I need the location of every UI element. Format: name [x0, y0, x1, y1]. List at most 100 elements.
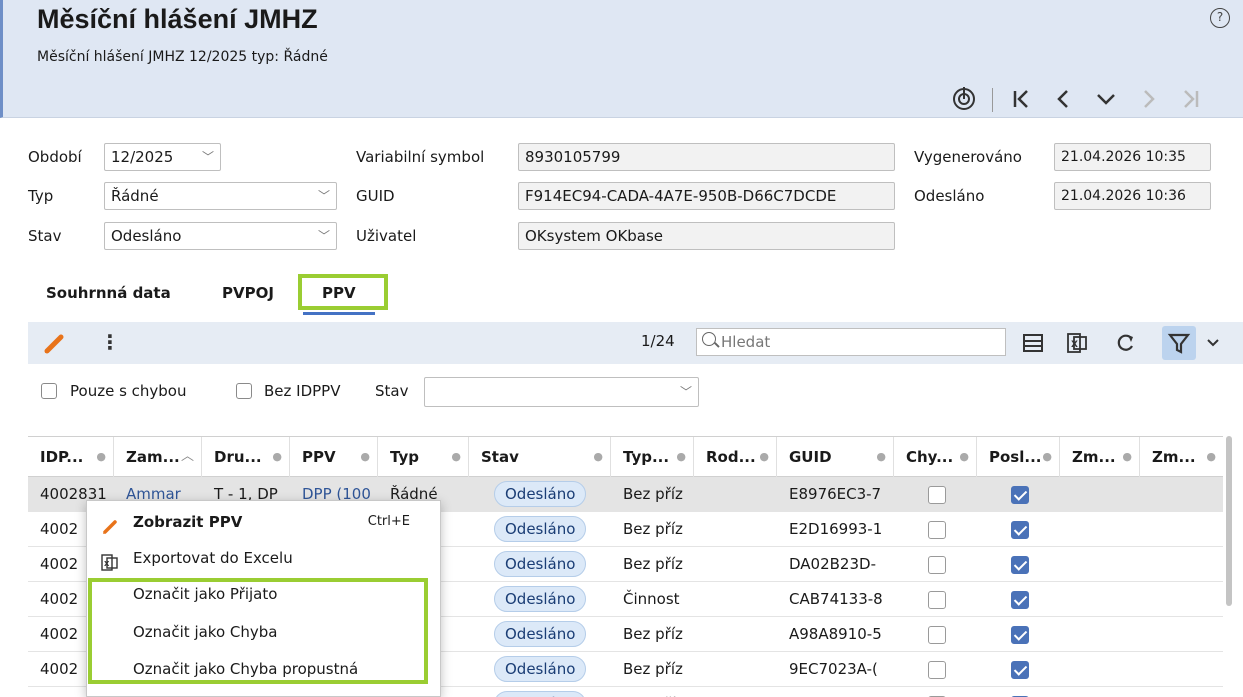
stav-label: Stav	[28, 227, 62, 245]
excel-icon[interactable]: X	[1062, 328, 1092, 358]
column-header-druh[interactable]: Dru... ●	[202, 437, 290, 477]
chyba-checkbox[interactable]	[928, 591, 946, 609]
chevron-down-icon: ﹀	[201, 150, 214, 164]
menu-item-export-excel[interactable]: X Exportovat do Excelu	[87, 540, 440, 576]
typ-label: Typ	[28, 187, 54, 205]
tab-souhrnna-data[interactable]: Souhrnná data	[46, 284, 171, 302]
status-badge: Odesláno	[494, 621, 587, 647]
svg-text:X: X	[1071, 340, 1078, 350]
column-header-typ2[interactable]: Typ... ●	[611, 437, 694, 477]
columns-icon[interactable]	[1018, 328, 1048, 358]
tab-pvpoj[interactable]: PVPOJ	[222, 284, 274, 302]
filter-icon	[1167, 333, 1191, 354]
search-icon	[702, 332, 716, 346]
filter-button[interactable]	[1162, 326, 1196, 360]
refresh-icon[interactable]	[1110, 328, 1140, 358]
column-header-chyba[interactable]: Chy... ●	[894, 437, 977, 477]
grid-scrollbar[interactable]	[1225, 436, 1235, 697]
tab-ppv-highlight	[298, 274, 388, 310]
scrollbar-thumb[interactable]	[1226, 436, 1232, 606]
column-header-zamestnanec[interactable]: Zam... ︿	[114, 437, 202, 477]
search-input[interactable]: Hledat	[696, 328, 1006, 356]
column-header-rodne-cislo[interactable]: Rod... ●	[694, 437, 777, 477]
menu-highlight-box	[88, 578, 428, 684]
chyba-checkbox[interactable]	[928, 661, 946, 679]
cell-guid: 23A480FE-1	[777, 687, 894, 697]
odeslano-field[interactable]: 21.04.2026 10:36	[1054, 182, 1211, 210]
expand-down-icon[interactable]	[1091, 84, 1121, 114]
uzivatel-field[interactable]: OKsystem OKbase	[518, 222, 895, 250]
cell-guid: CAB74133-8	[789, 590, 883, 608]
vygenerovano-field[interactable]: 21.04.2026 10:35	[1054, 143, 1211, 171]
question-circle-icon[interactable]: ?	[1210, 8, 1230, 28]
status-badge: Odesláno	[494, 586, 587, 612]
column-header-zmena1[interactable]: Zm... ●	[1060, 437, 1140, 477]
posledni-checkbox[interactable]	[1011, 556, 1029, 574]
header-form: Období 12/2025 ﹀ Typ Řádné ﹀ Stav Odeslá…	[0, 118, 1243, 268]
title-bar: Měsíční hlášení JMHZ Měsíční hlášení JMH…	[0, 0, 1243, 80]
cell-stav: Odesláno	[486, 687, 611, 697]
column-header-posledni[interactable]: Posl... ●	[977, 437, 1060, 477]
no-idppv-label: Bez IDPPV	[264, 382, 341, 400]
pencil-icon[interactable]	[42, 330, 68, 356]
first-page-icon[interactable]	[1007, 84, 1037, 114]
chyba-checkbox[interactable]	[928, 486, 946, 504]
cell-typ2: Bez příz	[623, 660, 683, 678]
excel-icon: X	[101, 549, 119, 571]
pager-count: 1/24	[641, 332, 675, 350]
status-badge: Odesláno	[494, 516, 587, 542]
only-errors-label: Pouze s chybou	[70, 382, 187, 400]
chevron-down-icon: ﹀	[317, 189, 330, 203]
obdobi-select[interactable]: 12/2025 ﹀	[104, 143, 221, 171]
menu-item-label: Zobrazit PPV	[133, 513, 243, 531]
obdobi-value: 12/2025	[111, 148, 174, 166]
column-header-zmena2[interactable]: Zm... ●	[1140, 437, 1223, 477]
posledni-checkbox[interactable]	[1011, 591, 1029, 609]
stav-value: Odesláno	[111, 227, 182, 245]
column-header-idppv[interactable]: IDP... ●	[28, 437, 114, 477]
column-header-guid[interactable]: GUID ●	[777, 437, 894, 477]
no-idppv-checkbox[interactable]	[236, 383, 252, 399]
uzivatel-label: Uživatel	[356, 227, 417, 245]
chyba-checkbox[interactable]	[928, 556, 946, 574]
menu-item-label: Exportovat do Excelu	[133, 549, 293, 567]
last-page-icon[interactable]	[1175, 84, 1205, 114]
variabilni-symbol-label: Variabilní symbol	[356, 148, 485, 166]
cell-stav: Odesláno	[486, 547, 611, 582]
chyba-checkbox[interactable]	[928, 521, 946, 539]
cell-typ2: Bez příz	[623, 485, 683, 503]
guid-field[interactable]: F914EC94-CADA-4A7E-950B-D66C7DCDE	[518, 182, 895, 210]
cell-stav: Odesláno	[486, 512, 611, 547]
posledni-checkbox[interactable]	[1011, 521, 1029, 539]
posledni-checkbox[interactable]	[1011, 626, 1029, 644]
grid-toolbar: ⋮ 1/24 Hledat X	[28, 322, 1243, 364]
record-navigation-bar	[0, 80, 1243, 118]
only-errors-checkbox[interactable]	[41, 383, 57, 399]
variabilni-symbol-field[interactable]: 8930105799	[518, 143, 895, 171]
more-options-icon[interactable]: ⋮	[100, 330, 120, 354]
stav-filter-select[interactable]: ﹀	[424, 377, 699, 407]
cell-typ2: Bez příz	[623, 520, 683, 538]
cell-guid: DA02B23D-	[789, 555, 876, 573]
fingerprint-icon[interactable]	[949, 84, 979, 114]
previous-icon[interactable]	[1049, 84, 1079, 114]
menu-item-zobrazit-ppv[interactable]: Zobrazit PPV Ctrl+E	[87, 504, 440, 540]
column-header-ppv[interactable]: PPV ●	[290, 437, 378, 477]
cell-stav: Odesláno	[486, 617, 611, 652]
cell-typ2: Bez příz	[623, 625, 683, 643]
status-badge: Odesláno	[494, 481, 587, 507]
grid-header: IDP... ● Zam... ︿ Dru... ● PPV ● Typ ● Stav ● …	[28, 437, 1223, 477]
column-header-stav[interactable]: Stav ●	[469, 437, 611, 477]
chevron-down-icon[interactable]	[1198, 328, 1228, 358]
chyba-checkbox[interactable]	[928, 626, 946, 644]
column-header-typ[interactable]: Typ ●	[378, 437, 469, 477]
stav-select[interactable]: Odesláno ﹀	[104, 222, 337, 250]
posledni-checkbox[interactable]	[1011, 661, 1029, 679]
typ-value: Řádné	[111, 187, 159, 205]
posledni-checkbox[interactable]	[1011, 486, 1029, 504]
page-subtitle: Měsíční hlášení JMHZ 12/2025 typ: Řádné	[37, 49, 328, 65]
menu-item-shortcut: Ctrl+E	[367, 514, 410, 529]
stav-filter-label: Stav	[375, 382, 409, 400]
typ-select[interactable]: Řádné ﹀	[104, 182, 337, 210]
next-icon[interactable]	[1133, 84, 1163, 114]
